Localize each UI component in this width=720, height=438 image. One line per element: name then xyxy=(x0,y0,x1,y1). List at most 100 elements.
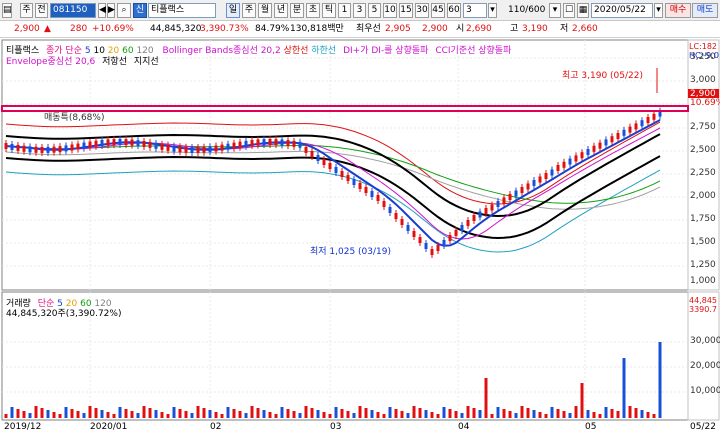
minute-button-1[interactable]: 3 xyxy=(353,3,366,18)
legend-cci: CCI기준선 상향돌파 xyxy=(435,46,512,56)
volume-bar xyxy=(604,407,608,418)
range-text: 110/600 xyxy=(508,5,546,15)
candle-body xyxy=(454,230,458,236)
volume-bar xyxy=(154,410,158,418)
period-button-5[interactable]: 초 xyxy=(306,3,320,18)
volume-bar xyxy=(358,406,362,418)
sell-button[interactable]: 매도 xyxy=(692,3,718,18)
period-button-6[interactable]: 틱 xyxy=(322,3,336,18)
candle-body xyxy=(508,194,512,200)
candle-body xyxy=(520,187,524,193)
candle-body xyxy=(352,179,356,185)
volume-bar xyxy=(244,413,248,418)
stock-name-field[interactable]: 티플랙스 xyxy=(148,3,216,18)
candle-body xyxy=(598,142,602,149)
buy-button[interactable]: 매수 xyxy=(665,3,691,18)
volume-right-value: 44,845 xyxy=(689,296,717,305)
minute-button-2[interactable]: 5 xyxy=(368,3,381,18)
price-chart-svg[interactable] xyxy=(0,38,720,435)
price-tick-8: 1,250 xyxy=(690,260,716,270)
candle-body xyxy=(418,237,422,243)
volume-bar xyxy=(40,408,44,418)
minute-button-6[interactable]: 45 xyxy=(431,3,445,18)
chart-window: ▤ 주 전 081150 ◀ ▶ ⌕ 신 티플랙스 일 주 월 년 분 초 틱 … xyxy=(0,0,720,435)
minute-button-4[interactable]: 15 xyxy=(399,3,413,18)
candle-body xyxy=(16,144,20,151)
candle-body xyxy=(382,201,386,207)
grid-icon[interactable]: ▦ xyxy=(577,3,589,18)
volume-bar xyxy=(178,409,182,418)
quote-bar: 2,900 ▲ 280 +10.69% 44,845,320 3,390.73%… xyxy=(0,21,720,38)
minute-button-7[interactable]: 60 xyxy=(447,3,461,18)
volume-bar xyxy=(448,409,452,418)
minute-select[interactable]: 3 xyxy=(463,3,487,18)
volume-bar xyxy=(346,411,350,418)
volume-bar xyxy=(286,409,290,418)
volume-bar xyxy=(640,410,644,418)
volume-bar xyxy=(256,408,260,418)
legend-bollinger: Bollinger Bands종심선 20,2 xyxy=(162,46,281,56)
candle-body xyxy=(538,176,542,183)
next-arrow-icon[interactable]: ▶ xyxy=(107,3,115,18)
candle-body xyxy=(10,143,14,150)
price-tick-7: 1,500 xyxy=(690,237,716,247)
price-tick-9: 1,000 xyxy=(690,276,716,286)
date-input[interactable]: 2020/05/22 xyxy=(591,3,653,18)
minute-button-3[interactable]: 10 xyxy=(383,3,397,18)
chevron-down-icon[interactable]: ▾ xyxy=(488,3,497,18)
volume-bar xyxy=(532,410,536,418)
volume-bar xyxy=(310,408,314,418)
calendar-chevron-icon[interactable]: ▾ xyxy=(654,3,663,18)
prev-arrow-icon[interactable]: ◀ xyxy=(98,3,106,18)
volume-tick-0: 30,000 xyxy=(690,336,720,346)
volume-bar xyxy=(508,411,512,418)
volume-bar xyxy=(658,342,662,418)
candle-body xyxy=(124,139,128,146)
candle-body xyxy=(238,141,242,148)
volume-bar xyxy=(502,409,506,418)
stock-code-input[interactable]: 081150 xyxy=(50,3,96,18)
volume-bar xyxy=(142,406,146,418)
candle-body xyxy=(586,149,590,155)
volume-bar xyxy=(292,411,296,418)
volume-bar xyxy=(526,408,530,418)
period-button-3[interactable]: 년 xyxy=(274,3,288,18)
volume-bar xyxy=(394,409,398,418)
volume-bar xyxy=(316,410,320,418)
trend-annotation: 매동특(8,68%) xyxy=(44,113,105,123)
period-button-0[interactable]: 일 xyxy=(226,3,240,18)
volume-bar xyxy=(454,411,458,418)
magnifier-icon[interactable]: ⌕ xyxy=(117,3,131,18)
chart-area[interactable]: 티플랙스 종가 단순 5 10 20 60 120 Bollinger Band… xyxy=(0,38,720,435)
volume-bar xyxy=(334,407,338,418)
candle-body xyxy=(274,139,278,146)
best-bid: 2,900 xyxy=(422,24,448,34)
high-label: 고 xyxy=(510,24,519,34)
volume-bar xyxy=(76,411,80,418)
price-tick-2: 2,750 xyxy=(690,122,716,132)
low-price: 2,660 xyxy=(572,24,598,34)
prefix-button-1[interactable]: 전 xyxy=(35,3,48,18)
dropdown-icon-2[interactable]: ▾ xyxy=(549,3,561,18)
period-button-1[interactable]: 주 xyxy=(242,3,256,18)
price-tick-6: 1,750 xyxy=(690,214,716,224)
best-ask-label: 최우선 xyxy=(356,24,381,34)
volume-bar xyxy=(496,407,500,418)
minute-button-0[interactable]: 1 xyxy=(338,3,351,18)
dropdown-icon[interactable]: ▤ xyxy=(2,3,12,18)
prefix-button-0[interactable]: 주 xyxy=(20,3,33,18)
checkbox-icon[interactable]: ☐ xyxy=(563,3,575,18)
volume-bar xyxy=(250,406,254,418)
candle-body xyxy=(328,163,332,169)
open-label: 시 xyxy=(456,24,465,34)
candle-body xyxy=(94,140,98,147)
period-button-2[interactable]: 월 xyxy=(258,3,272,18)
minute-button-5[interactable]: 30 xyxy=(415,3,429,18)
volume-bar xyxy=(424,410,428,418)
volume-bar xyxy=(598,414,602,418)
candle-body xyxy=(208,146,212,153)
volume-bar xyxy=(562,411,566,418)
candle-body xyxy=(466,220,470,226)
volume-bar xyxy=(364,408,368,418)
period-button-4[interactable]: 분 xyxy=(290,3,304,18)
